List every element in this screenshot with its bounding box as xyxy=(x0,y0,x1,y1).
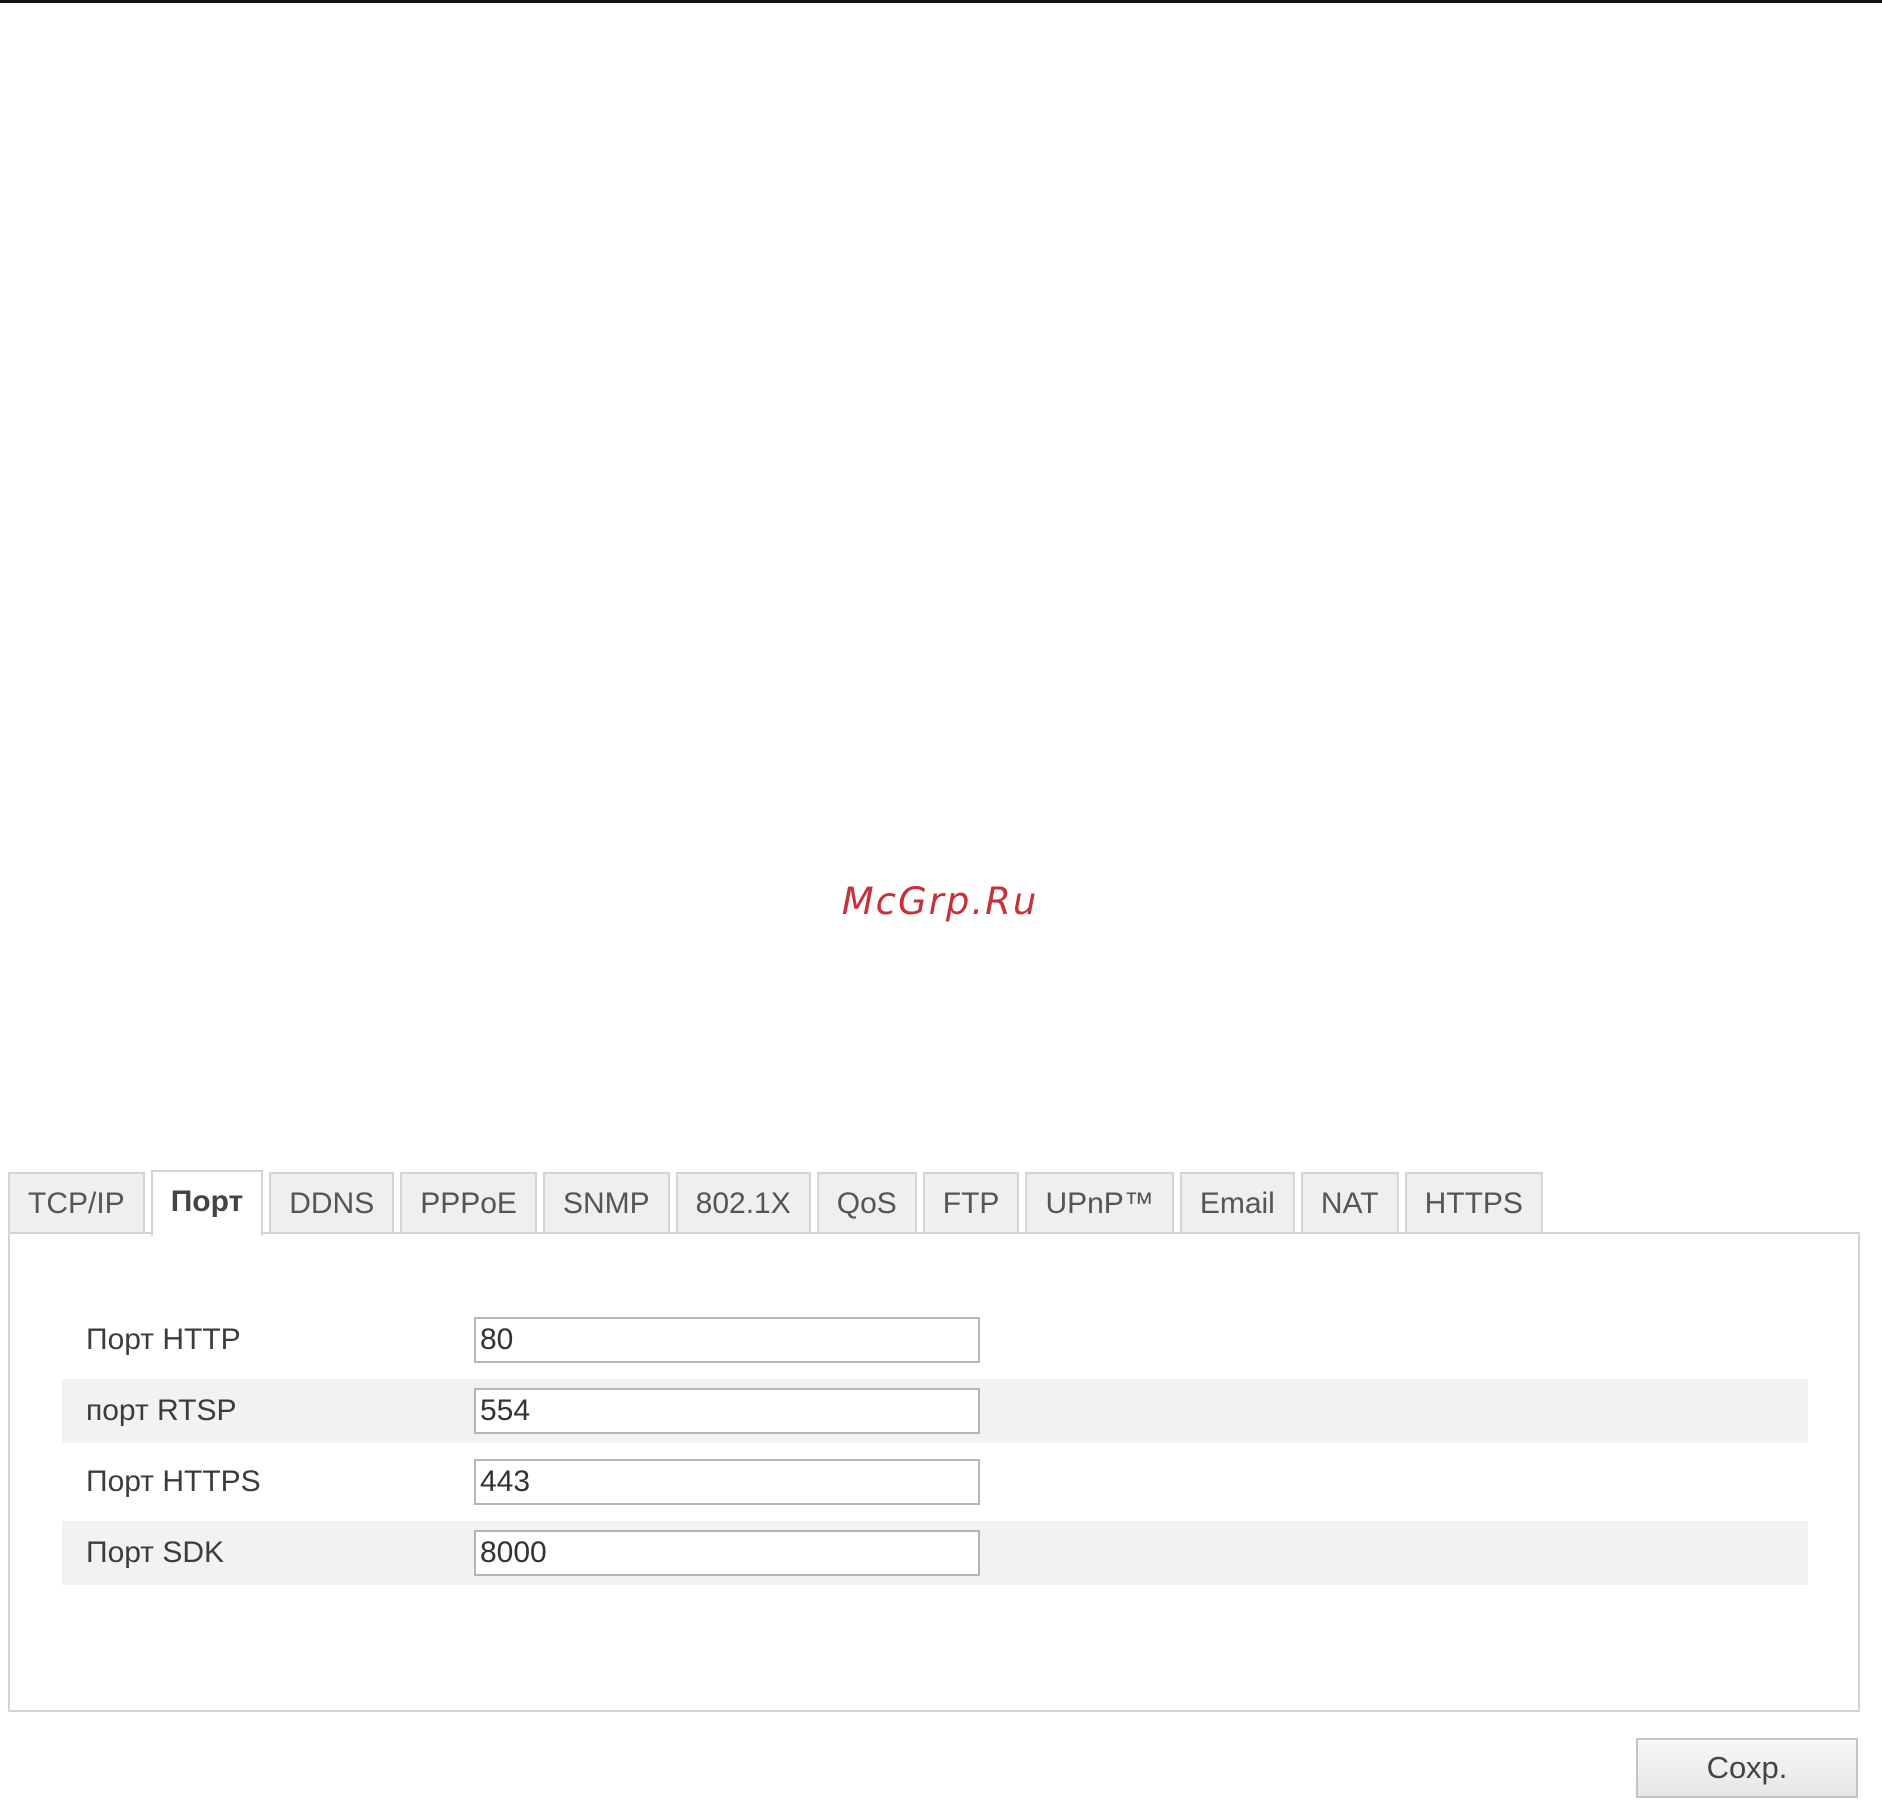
save-button[interactable]: Сохр. xyxy=(1636,1738,1858,1798)
tab-802-1x[interactable]: 802.1X xyxy=(675,1172,811,1234)
https-port-label: Порт HTTPS xyxy=(86,1465,261,1498)
https-port-row: Порт HTTPS xyxy=(62,1450,1808,1514)
tab-email[interactable]: Email xyxy=(1179,1172,1295,1234)
tab-https[interactable]: HTTPS xyxy=(1404,1172,1543,1234)
sdk-port-input[interactable] xyxy=(474,1530,980,1576)
tab-bar: TCP/IP Порт DDNS PPPoE SNMP 802.1X QoS F… xyxy=(8,1170,1549,1236)
tab-snmp[interactable]: SNMP xyxy=(542,1172,670,1234)
port-settings-panel: Порт HTTP порт RTSP Порт HTTPS Порт SDK xyxy=(8,1232,1860,1712)
tab-upnp[interactable]: UPnP™ xyxy=(1025,1172,1174,1234)
http-port-row: Порт HTTP xyxy=(62,1308,1808,1372)
rtsp-port-row: порт RTSP xyxy=(62,1379,1808,1443)
tab-nat[interactable]: NAT xyxy=(1300,1172,1399,1234)
rtsp-port-input[interactable] xyxy=(474,1388,980,1434)
http-port-label: Порт HTTP xyxy=(86,1323,241,1356)
sdk-port-row: Порт SDK xyxy=(62,1521,1808,1585)
tab-qos[interactable]: QoS xyxy=(816,1172,917,1234)
http-port-input[interactable] xyxy=(474,1317,980,1363)
top-rule xyxy=(0,0,1882,3)
tab-ddns[interactable]: DDNS xyxy=(269,1172,395,1234)
watermark: McGrp.Ru xyxy=(841,880,1039,923)
tab-tcp-ip[interactable]: TCP/IP xyxy=(8,1172,145,1234)
rtsp-port-label: порт RTSP xyxy=(86,1394,237,1427)
tab-port[interactable]: Порт xyxy=(150,1170,264,1236)
sdk-port-label: Порт SDK xyxy=(86,1536,225,1569)
tab-pppoe[interactable]: PPPoE xyxy=(400,1172,537,1234)
https-port-input[interactable] xyxy=(474,1459,980,1505)
tab-ftp[interactable]: FTP xyxy=(922,1172,1020,1234)
